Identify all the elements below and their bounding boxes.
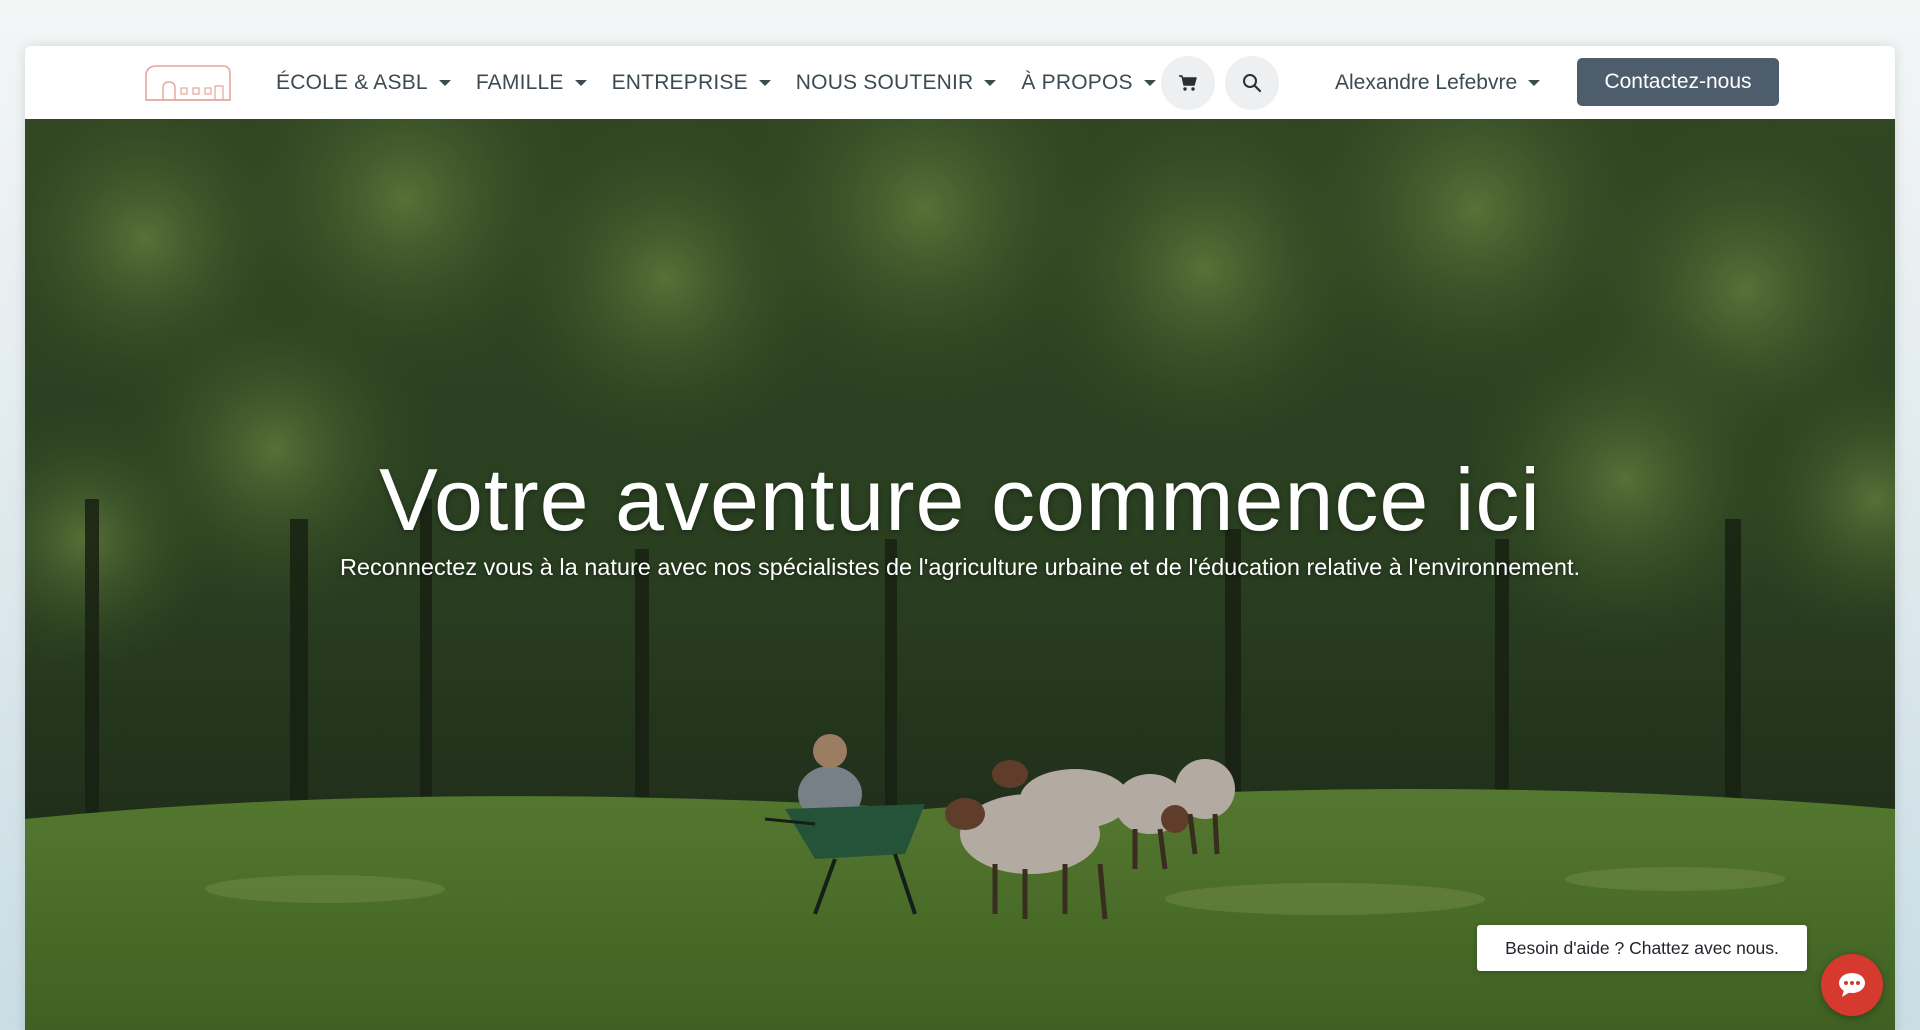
hero-banner: Votre aventure commence ici Reconnectez …: [25, 119, 1895, 1030]
nav-item-label: ENTREPRISE: [611, 70, 748, 94]
nav-item-ecole-asbl[interactable]: ÉCOLE & ASBL: [276, 71, 451, 95]
chat-icon: [1839, 973, 1865, 997]
nav-item-label: FAMILLE: [475, 70, 564, 94]
nav-item-label: À PROPOS: [1021, 70, 1133, 94]
chat-prompt-bubble[interactable]: Besoin d'aide ? Chattez avec nous.: [1477, 925, 1807, 971]
house-logo-icon: [145, 65, 231, 101]
main-navbar: ÉCOLE & ASBL FAMILLE ENTREPRISE NOUS SOU…: [25, 46, 1895, 119]
nav-item-label: ÉCOLE & ASBL: [276, 70, 428, 94]
user-menu[interactable]: Alexandre Lefebvre: [1335, 46, 1541, 119]
search-icon: [1243, 74, 1262, 93]
shopping-cart-icon: [1179, 75, 1197, 91]
nav-menu: ÉCOLE & ASBL FAMILLE ENTREPRISE NOUS SOU…: [276, 46, 1181, 119]
chevron-down-icon: [758, 79, 771, 86]
chevron-down-icon: [574, 79, 587, 86]
nav-item-nous-soutenir[interactable]: NOUS SOUTENIR: [796, 71, 997, 95]
chevron-down-icon: [438, 79, 451, 86]
cart-button[interactable]: [1161, 56, 1215, 110]
chevron-down-icon: [1143, 79, 1156, 86]
nav-item-entreprise[interactable]: ENTREPRISE: [612, 71, 771, 95]
nav-item-famille[interactable]: FAMILLE: [476, 71, 587, 95]
nav-item-label: NOUS SOUTENIR: [795, 70, 974, 94]
contact-button[interactable]: Contactez-nous: [1577, 58, 1779, 106]
hero-subtitle: Reconnectez vous à la nature avec nos sp…: [339, 554, 1581, 580]
browser-page: ÉCOLE & ASBL FAMILLE ENTREPRISE NOUS SOU…: [25, 46, 1895, 1030]
nav-item-a-propos[interactable]: À PROPOS: [1021, 70, 1156, 95]
chat-button[interactable]: [1821, 954, 1883, 1016]
chevron-down-icon: [984, 79, 997, 86]
site-logo[interactable]: [143, 60, 233, 106]
hero-title: Votre aventure commence ici: [379, 450, 1541, 549]
user-name: Alexandre Lefebvre: [1335, 70, 1518, 94]
search-button[interactable]: [1225, 56, 1279, 110]
chevron-down-icon: [1528, 79, 1541, 86]
